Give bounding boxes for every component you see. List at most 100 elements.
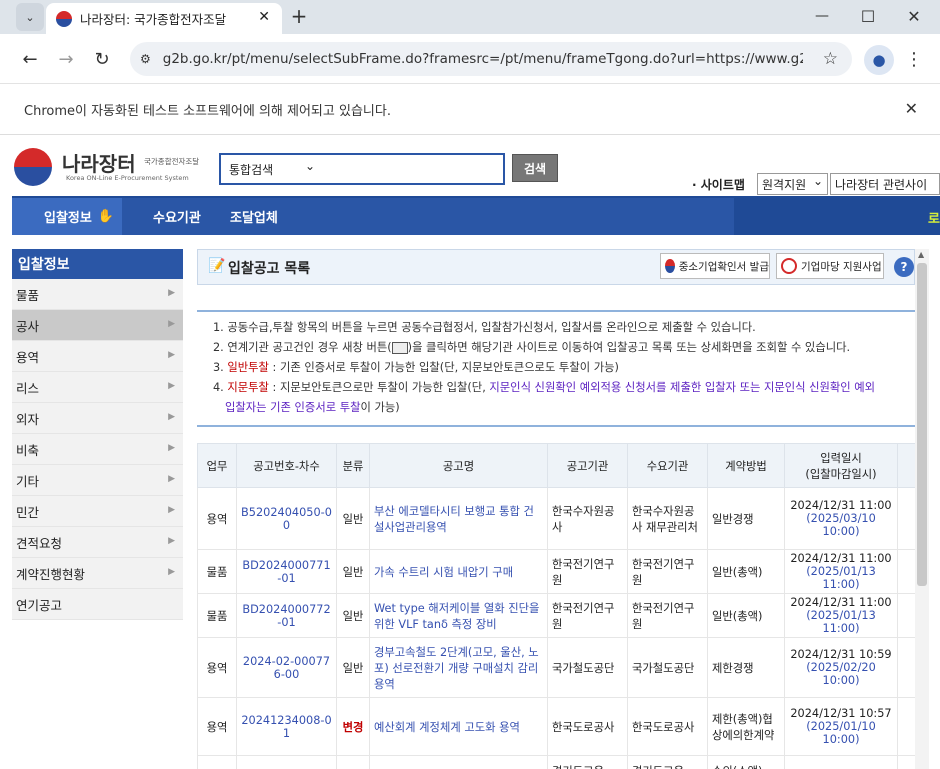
sidebar-item[interactable]: 민간 ▶: [12, 496, 183, 527]
notice-text: )을 클릭하면 해당기관 사이트로 이동하여 입찰공고 목록 또는 상세화면을 …: [407, 341, 851, 354]
profile-icon[interactable]: ●: [864, 45, 894, 75]
minimize-icon[interactable]: —: [808, 2, 836, 30]
browser-tab[interactable]: 나라장터: 국가종합전자조달 ✕: [46, 3, 282, 34]
cell-name[interactable]: [369, 755, 548, 769]
scroll-up-icon[interactable]: ▲: [918, 250, 924, 259]
gnb-item-bid-info[interactable]: 입찰정보 ✋: [44, 198, 114, 235]
cell-no[interactable]: BD2024000771-01: [236, 549, 337, 594]
cell-org: 한국도로공사: [547, 697, 628, 756]
sidebar-item[interactable]: 외자 ▶: [12, 403, 183, 434]
sidebar-item[interactable]: 리스 ▶: [12, 372, 183, 403]
gnb-label: 수요기관: [153, 211, 201, 226]
help-button[interactable]: ?: [894, 257, 914, 277]
search-select[interactable]: 통합검색: [229, 161, 273, 178]
chevron-right-icon: ▶: [168, 381, 175, 391]
cell-name[interactable]: 가속 수트리 시험 내압기 구매: [369, 549, 548, 594]
table-row: 용역 20241234008-01 변경 예산회계 계정체계 고도화 용역 한국도로공사…: [197, 697, 915, 756]
cell-name[interactable]: 부산 에코델타시티 보행교 통합 건설사업관리용역: [369, 487, 548, 550]
cell-task: [197, 755, 237, 769]
column-header: 공고번호-차수: [236, 443, 337, 488]
address-bar[interactable]: ⚙ g2b.go.kr/pt/menu/selectSubFrame.do?fr…: [130, 42, 852, 76]
mouse-pointer-icon: ✋: [97, 209, 115, 224]
gnb-label: 조달업체: [230, 211, 278, 226]
cell-no[interactable]: 20241234008-01: [236, 697, 337, 756]
related-sites-select[interactable]: 나라장터 관련사이: [830, 173, 940, 195]
cell-task: 용역: [197, 487, 237, 550]
search-box[interactable]: 통합검색 ⌄: [219, 153, 505, 185]
remote-support-select[interactable]: 원격지원 ⌄: [757, 173, 828, 195]
taegeuk-icon: [665, 259, 675, 273]
site-header: 나라장터 국가종합전자조달 Korea ON-Line E-Procuremen…: [0, 136, 940, 198]
cell-org: 한국전기연구원: [547, 549, 628, 594]
tab-title: 나라장터: 국가종합전자조달: [80, 12, 227, 27]
cell-name[interactable]: 예산회계 계정체계 고도화 용역: [369, 697, 548, 756]
sidebar-item-label: 리스: [16, 380, 40, 396]
deadline-date: (2025/01/10 10:00): [806, 720, 876, 746]
column-header: 업무: [197, 443, 237, 488]
column-header-extra: [897, 443, 915, 488]
gnb-item-demand-agency[interactable]: 수요기관: [153, 198, 201, 235]
bookmark-star-icon[interactable]: ☆: [823, 49, 838, 69]
cell-date: 2024/12/31 10:59 (2025/02/20 10:00): [784, 637, 898, 698]
sitemap-link[interactable]: · 사이트맵: [692, 176, 745, 193]
cell-name[interactable]: 경부고속철도 2단계(고모, 울산, 노포) 선로전환기 개량 구매설치 감리용…: [369, 637, 548, 698]
reload-icon[interactable]: ↻: [88, 45, 116, 73]
global-nav: 입찰정보 ✋ 수요기관 조달업체 로: [12, 196, 940, 235]
site-info-icon[interactable]: ⚙: [140, 52, 151, 66]
cell-no[interactable]: [236, 755, 337, 769]
cell-method: 수의(소액)-: [707, 755, 785, 769]
sidebar-item[interactable]: 물품 ▶: [12, 279, 183, 310]
logo-title: 나라장터: [62, 152, 136, 176]
sidebar-item[interactable]: 견적요청 ▶: [12, 527, 183, 558]
gnb-item-supplier[interactable]: 조달업체: [230, 198, 278, 235]
logo-sub1: 국가종합전자조달: [144, 157, 200, 166]
cell-name[interactable]: Wet type 해저케이블 열화 진단을 위한 VLF tanδ 측정 장비: [369, 593, 548, 638]
infobar-close-icon[interactable]: ✕: [905, 99, 918, 118]
sidebar-item[interactable]: 연기공고: [12, 589, 183, 620]
chevron-down-icon: ⌄: [305, 159, 316, 173]
notice-text: : 지문보안토큰으로만 투찰이 가능한 입찰(단,: [268, 381, 490, 394]
cell-no[interactable]: B5202404050-00: [236, 487, 337, 550]
back-icon[interactable]: ←: [16, 45, 44, 73]
cell-org: 국가철도공단: [547, 637, 628, 698]
gnb-right-fragment[interactable]: 로: [928, 208, 940, 227]
page-title: 입찰공고 목록: [228, 261, 311, 277]
notice-label: 일반투찰: [227, 361, 269, 374]
maximize-icon[interactable]: ☐: [854, 2, 882, 30]
cell-task: 물품: [197, 593, 237, 638]
deadline-date: (2025/03/10 10:00): [806, 512, 876, 538]
notice-highlight: 지문인식 신원확인 예외적용 신청서를 제출한 입찰자 또는 지문인식 신원확인…: [489, 381, 876, 394]
sme-cert-button[interactable]: 중소기업확인서 발급: [660, 253, 770, 279]
notice-item: 4. 지문투찰 : 지문보안토큰으로만 투찰이 가능한 입찰(단, 지문인식 신…: [197, 378, 915, 398]
sidebar-item-label: 연기공고: [16, 597, 63, 613]
sidebar-item[interactable]: 용역 ▶: [12, 341, 183, 372]
enterprise-support-button[interactable]: 기업마당 지원사업: [776, 253, 884, 279]
notice-bottom-border: [197, 425, 915, 427]
site-logo[interactable]: 나라장터 국가종합전자조달 Korea ON-Line E-Procuremen…: [14, 148, 210, 188]
scrollbar-thumb[interactable]: [917, 263, 927, 586]
sidebar-item[interactable]: 공사 ▶: [12, 310, 183, 341]
column-header: 입력일시 (입찰마감일시): [784, 443, 898, 488]
tab-search-button[interactable]: ⌄: [16, 3, 44, 31]
sidebar-item[interactable]: 계약진행현황 ▶: [12, 558, 183, 589]
close-tab-icon[interactable]: ✕: [258, 9, 270, 25]
cell-method: 일반경쟁: [707, 487, 785, 550]
cell-extra: [897, 637, 915, 698]
chevron-right-icon: ▶: [168, 536, 175, 546]
new-tab-icon[interactable]: +: [285, 2, 313, 30]
sidebar-item[interactable]: 기타 ▶: [12, 465, 183, 496]
close-window-icon[interactable]: ✕: [900, 2, 928, 30]
cell-no[interactable]: 2024-02-000776-00: [236, 637, 337, 698]
menu-icon[interactable]: ⋮: [900, 45, 928, 73]
cell-no[interactable]: BD2024000772-01: [236, 593, 337, 638]
search-button[interactable]: 검색: [512, 154, 558, 182]
notice-number: 3.: [213, 361, 228, 374]
forward-icon[interactable]: →: [52, 45, 80, 73]
sidebar-item-label: 공사: [16, 318, 40, 334]
sidebar-item[interactable]: 비축 ▶: [12, 434, 183, 465]
chevron-right-icon: ▶: [168, 474, 175, 484]
cell-demand: 경기도교육: [627, 755, 708, 769]
cell-demand: 한국전기연구원: [627, 593, 708, 638]
chevron-right-icon: ▶: [168, 567, 175, 577]
input-date: 2024/12/31 11:00: [790, 552, 892, 565]
